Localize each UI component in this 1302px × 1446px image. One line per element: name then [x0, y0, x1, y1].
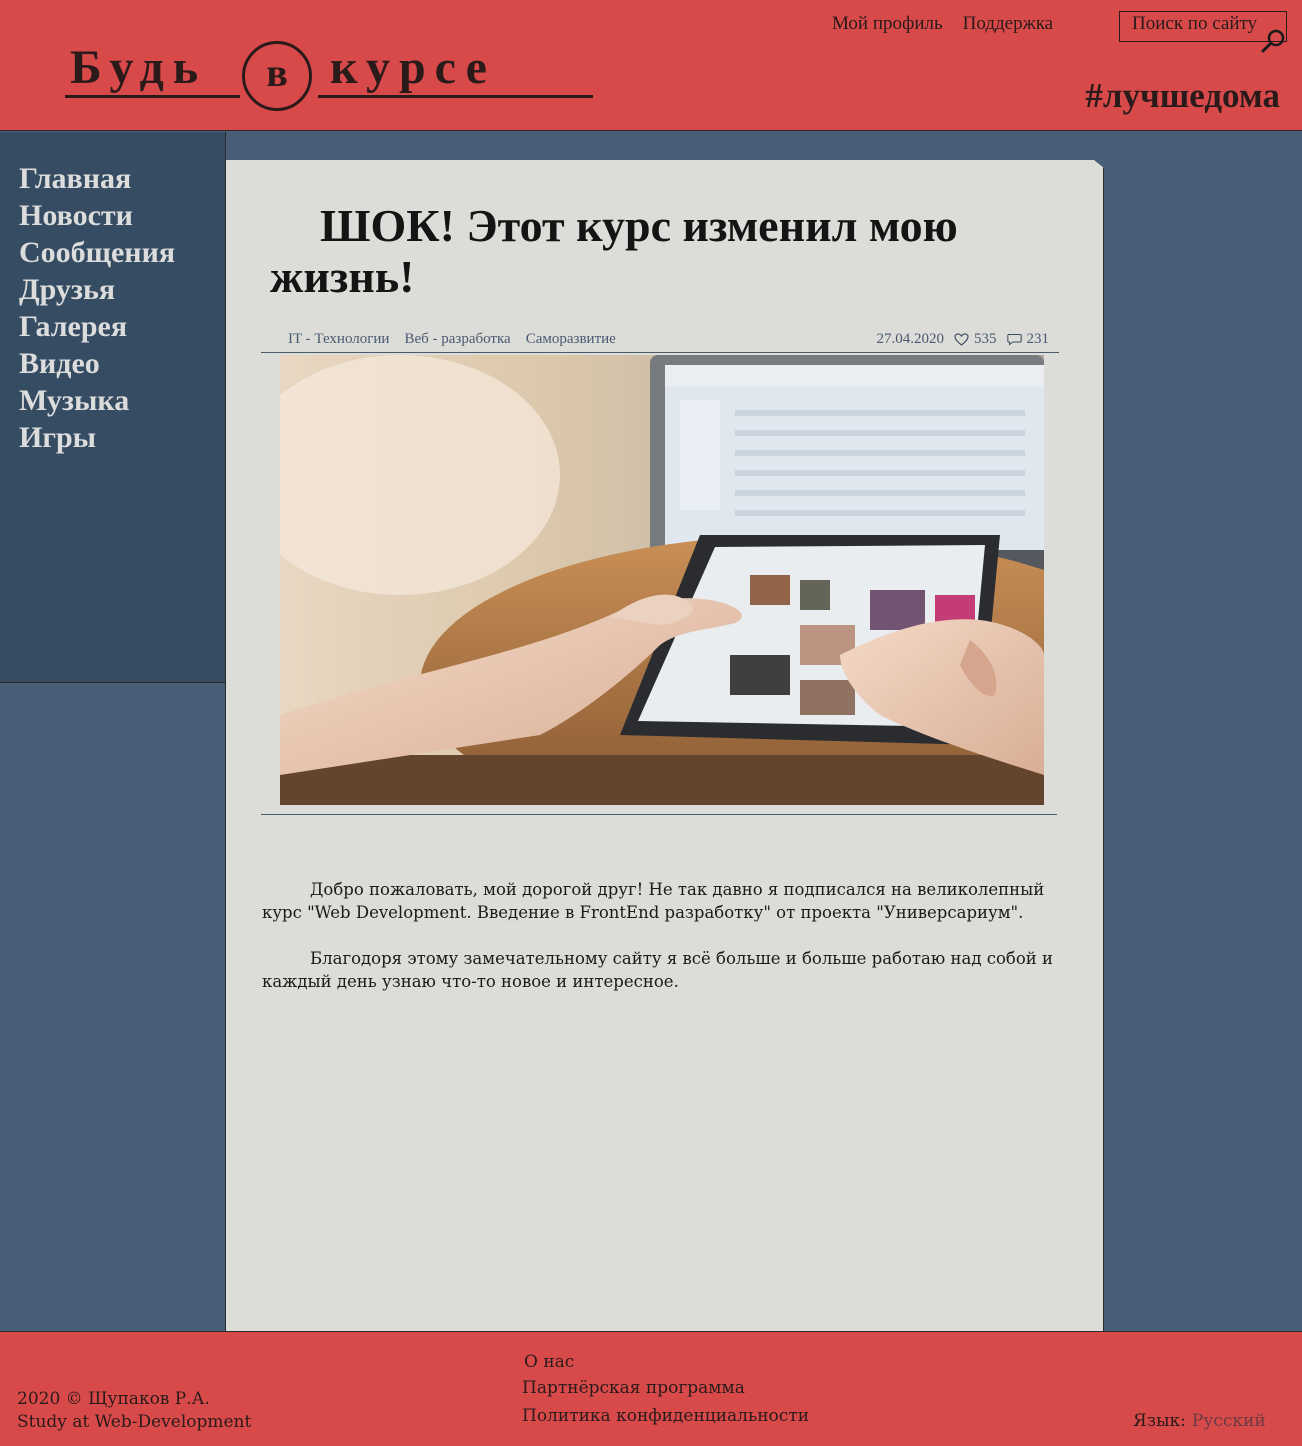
footer-copyright-block: 2020 © Щупаков Р.А. Study at Web-Develop…: [17, 1388, 251, 1434]
likes-count: 535: [974, 331, 997, 347]
tag-it[interactable]: IT - Технологии: [288, 331, 389, 348]
article-paragraph: Благодоря этому замечательному сайту я в…: [262, 949, 1053, 991]
article-title: ШОК! Этот курс изменил мою жизнь!: [270, 200, 958, 302]
support-link[interactable]: Поддержка: [963, 13, 1053, 35]
sidebar-item-games[interactable]: Игры: [19, 419, 225, 456]
logo-underline-right: [318, 95, 593, 98]
footer-link-privacy[interactable]: Политика конфиденциальности: [522, 1406, 809, 1426]
site-footer: 2020 © Щупаков Р.А. Study at Web-Develop…: [0, 1331, 1302, 1446]
article-stats: 27.04.2020 535 231: [877, 331, 1050, 348]
tag-list: IT - Технологии Веб - разработка Самораз…: [288, 331, 616, 348]
tablet-photo-illustration: [280, 355, 1044, 805]
article-card: ШОК! Этот курс изменил мою жизнь! IT - Т…: [226, 160, 1104, 1332]
sidebar-item-messages[interactable]: Сообщения: [19, 234, 225, 271]
footer-subtitle: Study at Web-Development: [17, 1412, 252, 1432]
logo-word-2: курсе: [330, 41, 496, 94]
top-links: Мой профиль Поддержка: [832, 13, 1053, 35]
article-photo: [280, 355, 1044, 805]
copyright-text: 2020 © Щупаков Р.А.: [17, 1389, 210, 1409]
my-profile-link[interactable]: Мой профиль: [832, 13, 943, 35]
article-meta: IT - Технологии Веб - разработка Самораз…: [261, 331, 1059, 353]
sidebar-item-music[interactable]: Музыка: [19, 382, 225, 419]
logo-circle: в: [242, 41, 312, 111]
language-value[interactable]: Русский: [1192, 1411, 1266, 1431]
photo-divider: [261, 814, 1057, 815]
comments-count: 231: [1026, 331, 1050, 347]
sidebar-item-gallery[interactable]: Галерея: [19, 308, 225, 345]
sidebar-item-video[interactable]: Видео: [19, 345, 225, 382]
hashtag: #лучшедома: [1085, 76, 1280, 115]
sidebar-nav: Главная Новости Сообщения Друзья Галерея…: [0, 132, 226, 683]
sidebar-item-friends[interactable]: Друзья: [19, 271, 225, 308]
sidebar-divider: [225, 683, 226, 1332]
footer-link-partners[interactable]: Партнёрская программа: [522, 1378, 809, 1398]
language-label: Язык:: [1133, 1411, 1186, 1431]
sidebar-item-home[interactable]: Главная: [19, 160, 225, 197]
heart-icon[interactable]: [954, 333, 969, 346]
speech-bubble-icon[interactable]: [1006, 333, 1022, 346]
sidebar-item-news[interactable]: Новости: [19, 197, 225, 234]
logo-word-1: Будь: [70, 41, 208, 94]
tag-web-dev[interactable]: Веб - разработка: [404, 331, 510, 348]
article-date: 27.04.2020: [876, 331, 945, 347]
site-logo[interactable]: Будь в курсе: [62, 36, 602, 116]
magnifier-icon[interactable]: [1261, 28, 1287, 54]
footer-links: О нас Партнёрская программа Политика кон…: [522, 1352, 809, 1426]
article-body: Добро пожаловать, мой дорогой друг! Не т…: [262, 878, 1068, 1016]
tag-self-development[interactable]: Саморазвитие: [526, 331, 616, 348]
article-paragraph: Добро пожаловать, мой дорогой друг! Не т…: [262, 880, 1045, 922]
logo-underline-left: [65, 95, 240, 98]
site-header: Будь в курсе Мой профиль Поддержка Поиск…: [0, 0, 1302, 131]
footer-link-about[interactable]: О нас: [524, 1352, 809, 1372]
language-selector: Язык: Русский: [1133, 1411, 1266, 1431]
